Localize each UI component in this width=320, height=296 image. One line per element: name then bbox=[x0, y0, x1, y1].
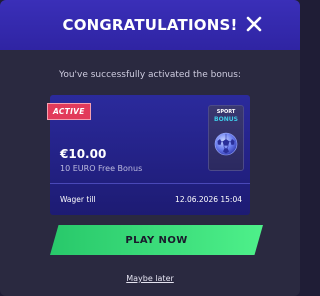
activation-message: You've successfully activated the bonus: bbox=[59, 70, 241, 80]
bonus-card: ACTIVE €10.00 10 EURO Free Bonus SPORT B… bbox=[47, 95, 250, 215]
close-button[interactable] bbox=[246, 16, 262, 32]
status-badge: ACTIVE bbox=[47, 103, 91, 120]
bonus-activated-modal: CONGRATULATIONS! You've successfully act… bbox=[0, 0, 300, 296]
bonus-label: BONUS bbox=[214, 116, 238, 123]
wager-label: Wager till bbox=[60, 195, 96, 204]
modal-header: CONGRATULATIONS! bbox=[0, 0, 300, 50]
sport-bonus-image: SPORT BONUS bbox=[208, 105, 244, 171]
maybe-later-container: Maybe later bbox=[0, 266, 300, 285]
bonus-name: 10 EURO Free Bonus bbox=[60, 164, 143, 173]
card-divider bbox=[50, 183, 250, 184]
bonus-amount: €10.00 bbox=[60, 147, 107, 161]
modal-title: CONGRATULATIONS! bbox=[62, 16, 238, 34]
wager-date: 12.06.2026 15:04 bbox=[175, 195, 242, 204]
play-now-button[interactable]: PLAY NOW bbox=[50, 225, 263, 255]
soccer-ball-icon bbox=[214, 132, 238, 156]
close-icon bbox=[246, 16, 262, 32]
play-now-label: PLAY NOW bbox=[125, 234, 188, 246]
sport-label: SPORT bbox=[216, 109, 236, 115]
maybe-later-link[interactable]: Maybe later bbox=[126, 274, 174, 283]
